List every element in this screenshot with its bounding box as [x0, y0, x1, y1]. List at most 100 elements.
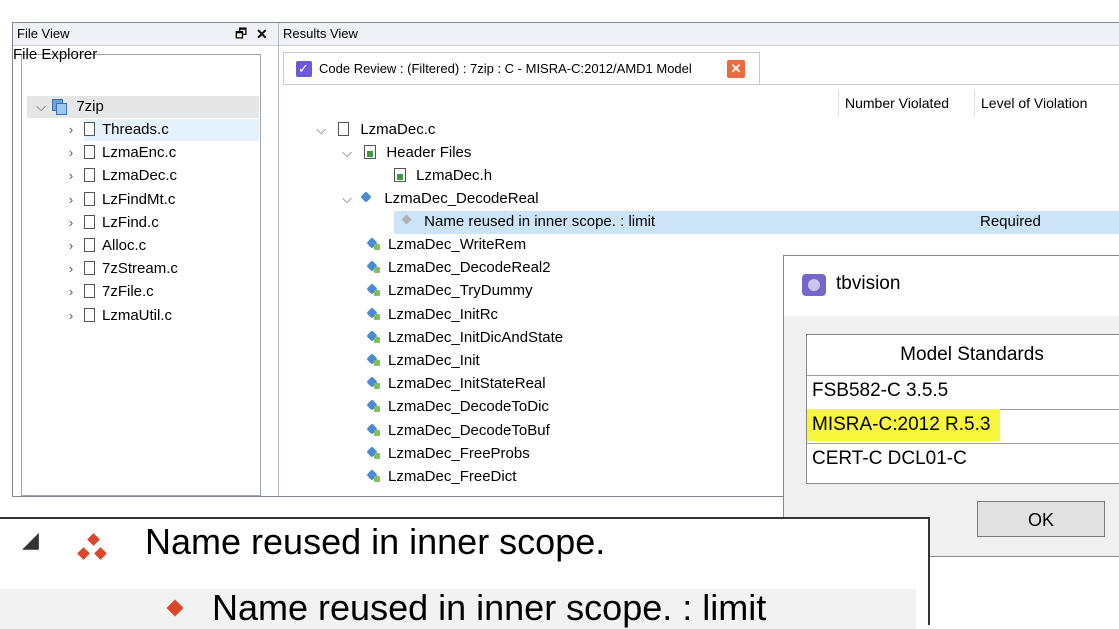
- file-label: 7zStream.c: [102, 260, 178, 278]
- file-tree-item[interactable]: › 7zStream.c: [64, 258, 178, 280]
- chevron-right-icon[interactable]: ›: [64, 212, 78, 234]
- file-tree-item[interactable]: › LzmaEnc.c: [64, 142, 176, 164]
- function-tree-item[interactable]: LzmaDec_FreeProbs: [368, 443, 530, 465]
- chevron-right-icon[interactable]: ›: [64, 142, 78, 164]
- rule-group-icon: [76, 533, 110, 567]
- chevron-down-icon[interactable]: ⌵: [34, 96, 48, 118]
- function-label: LzmaDec_DecodeReal: [384, 190, 539, 207]
- file-label: LzmaDec.c: [102, 167, 178, 185]
- function-label: LzmaDec_TryDummy: [388, 282, 533, 300]
- chevron-down-icon[interactable]: ⌵: [314, 119, 328, 141]
- zoomed-detail: ◢ Name reused in inner scope. Name reuse…: [0, 517, 930, 629]
- chevron-right-icon[interactable]: ›: [64, 258, 78, 280]
- file-label: 7zFile.c: [102, 283, 154, 301]
- file-tree-item[interactable]: › LzFindMt.c: [64, 189, 176, 211]
- function-tree-item[interactable]: LzmaDec_DecodeToBuf: [368, 420, 550, 442]
- file-icon: [84, 284, 95, 299]
- column-header-level-of-violation[interactable]: Level of Violation: [974, 90, 1119, 116]
- file-icon: [84, 191, 95, 206]
- tree-violation-row[interactable]: Name reused in inner scope. : limit: [402, 211, 655, 233]
- function-label: LzmaDec_InitDicAndState: [388, 328, 564, 346]
- panel-splitter[interactable]: [278, 23, 279, 496]
- project-icon: [52, 99, 68, 115]
- function-label: LzmaDec_InitStateReal: [388, 375, 546, 393]
- chevron-down-icon[interactable]: ⌵: [340, 142, 354, 164]
- function-tree-item[interactable]: LzmaDec_InitStateReal: [368, 373, 546, 395]
- file-label: Threads.c: [102, 121, 169, 138]
- file-label: LzFind.c: [102, 213, 159, 231]
- function-tree-item[interactable]: LzmaDec_DecodeReal2: [368, 257, 551, 279]
- function-icon: [368, 424, 380, 436]
- chevron-right-icon[interactable]: ›: [64, 119, 78, 141]
- chevron-right-icon[interactable]: ›: [64, 235, 78, 257]
- standard-item-misra: MISRA-C:2012 R.5.3: [807, 409, 1001, 441]
- function-icon: [368, 331, 380, 343]
- function-icon: [368, 308, 380, 320]
- header-files-icon: [364, 145, 377, 159]
- tree-file-label: LzmaDec.c: [360, 121, 436, 138]
- function-tree-item[interactable]: LzmaDec_FreeDict: [368, 466, 516, 488]
- function-tree-item[interactable]: LzmaDec_TryDummy: [368, 280, 532, 302]
- file-explorer-title: File Explorer: [13, 46, 98, 63]
- function-label: LzmaDec_InitRc: [388, 305, 499, 323]
- file-icon: [84, 261, 95, 276]
- chevron-right-icon[interactable]: ›: [64, 281, 78, 303]
- function-icon: [362, 192, 374, 204]
- file-label: LzFindMt.c: [102, 190, 176, 208]
- results-view-title: Results View: [283, 26, 358, 41]
- file-tree-item[interactable]: › 7zFile.c: [64, 281, 154, 303]
- chevron-right-icon[interactable]: ›: [64, 165, 78, 187]
- function-icon: [368, 447, 380, 459]
- function-label: LzmaDec_FreeDict: [388, 468, 517, 485]
- file-icon: [84, 122, 95, 136]
- function-label: LzmaDec_FreeProbs: [388, 444, 530, 462]
- tab-code-review[interactable]: Code Review : (Filtered) : 7zip : C - MI…: [283, 52, 760, 85]
- tree-function-decodereal[interactable]: ⌵ LzmaDec_DecodeReal: [340, 188, 539, 210]
- zoom-item-label: Name reused in inner scope. : limit: [212, 587, 767, 628]
- standard-item-fsb582: FSB582-C 3.5.5: [812, 380, 949, 401]
- tab-close-icon[interactable]: ✕: [727, 60, 745, 78]
- file-view-title: File View: [17, 26, 70, 41]
- function-icon: [368, 400, 380, 413]
- chevron-right-icon[interactable]: ›: [64, 189, 78, 211]
- file-view-header: File View 🗗 ✕: [13, 23, 278, 46]
- standard-item-cert: CERT-C DCL01-C: [812, 448, 967, 469]
- file-tree-item[interactable]: › LzmaDec.c: [64, 165, 177, 187]
- tbvision-dialog: tbvision Model Standards FSB582-C 3.5.5 …: [783, 255, 1119, 557]
- function-icon: [368, 377, 380, 390]
- function-label: LzmaDec_DecodeToBuf: [388, 421, 550, 439]
- file-tree-item[interactable]: › Threads.c: [64, 119, 169, 141]
- file-icon: [84, 238, 95, 252]
- ok-button[interactable]: OK: [977, 501, 1105, 537]
- model-standards-list: Model Standards FSB582-C 3.5.5 MISRA-C:2…: [806, 334, 1119, 484]
- function-tree-item[interactable]: LzmaDec_InitRc: [368, 304, 498, 326]
- violation-label: Name reused in inner scope. : limit: [424, 213, 656, 230]
- close-icon[interactable]: ✕: [256, 23, 268, 45]
- file-icon: [84, 168, 95, 183]
- file-tree-item[interactable]: › LzmaUtil.c: [64, 305, 172, 327]
- function-label: LzmaDec_DecodeReal2: [388, 259, 551, 277]
- restore-icon[interactable]: 🗗: [235, 23, 247, 45]
- results-view-header: Results View: [279, 23, 1119, 46]
- chevron-down-icon[interactable]: ⌵: [340, 188, 354, 210]
- file-tree-item[interactable]: › LzFind.c: [64, 212, 159, 234]
- chevron-right-icon[interactable]: ›: [64, 305, 78, 327]
- function-tree-item[interactable]: LzmaDec_DecodeToDic: [368, 396, 549, 418]
- file-icon: [84, 307, 95, 322]
- column-header-number-violated[interactable]: Number Violated: [838, 90, 973, 116]
- file-icon: [84, 145, 95, 160]
- tree-project-7zip[interactable]: ⌵ 7zip: [34, 96, 104, 118]
- tree-header-files[interactable]: ⌵ Header Files: [340, 142, 471, 164]
- project-label: 7zip: [76, 98, 104, 115]
- tree-file-lzmadec[interactable]: ⌵ LzmaDec.c: [314, 119, 435, 141]
- function-tree-item[interactable]: LzmaDec_InitDicAndState: [368, 327, 563, 349]
- function-tree-item[interactable]: LzmaDec_WriteRem: [368, 234, 526, 256]
- file-label: LzmaUtil.c: [102, 306, 173, 324]
- file-tree-item[interactable]: › Alloc.c: [64, 235, 146, 257]
- function-icon: [368, 354, 380, 366]
- zoom-group-label: Name reused in inner scope.: [145, 521, 606, 562]
- tree-header-lzmadec-h[interactable]: LzmaDec.h: [394, 165, 492, 187]
- file-icon: [338, 122, 350, 136]
- function-tree-item[interactable]: LzmaDec_Init: [368, 350, 480, 372]
- violation-level: Required: [980, 213, 1041, 230]
